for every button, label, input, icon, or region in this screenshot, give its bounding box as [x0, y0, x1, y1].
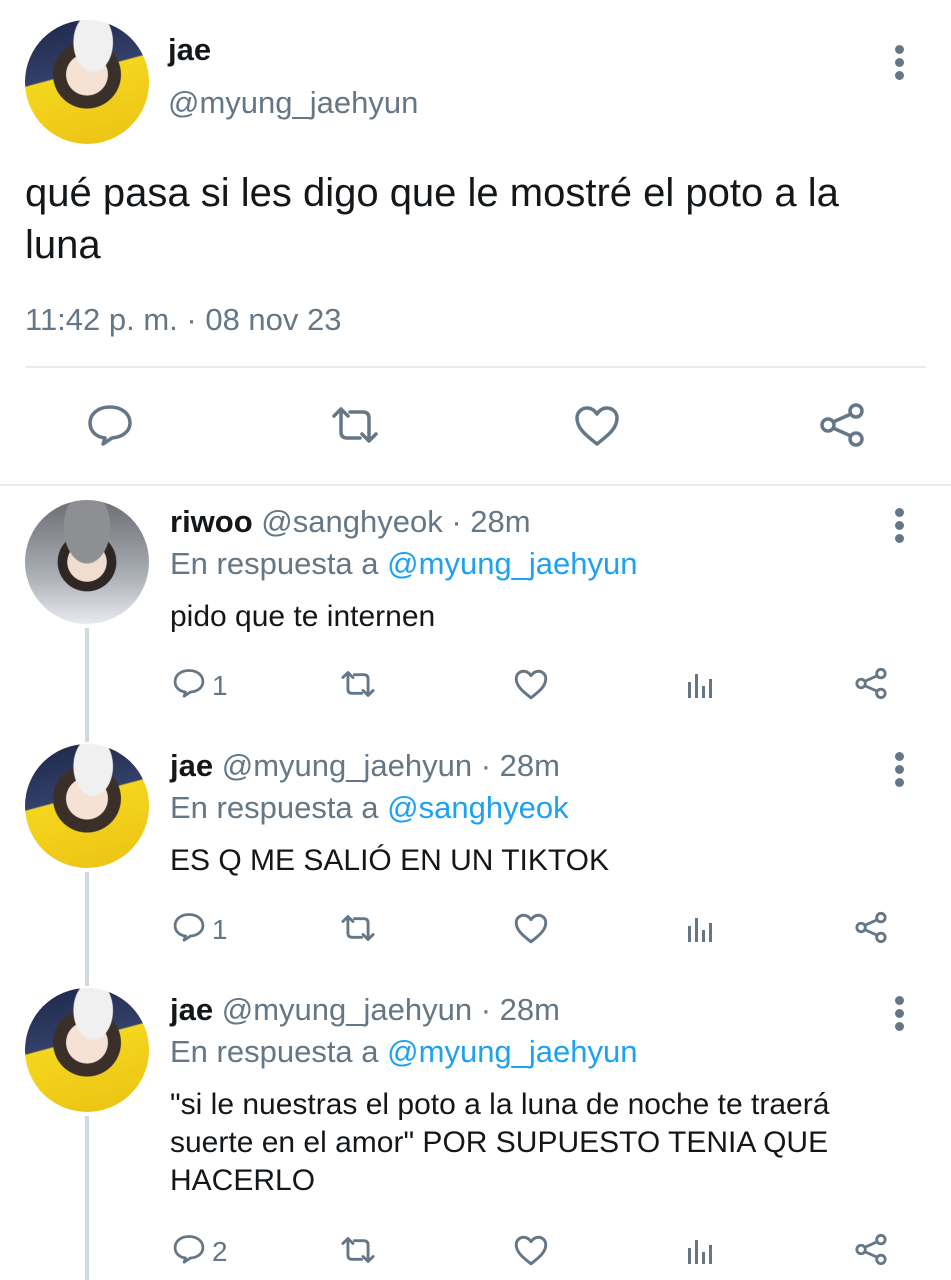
reply-count: 1	[212, 914, 228, 945]
reply-author-name[interactable]: jae	[170, 992, 213, 1027]
reply-header: jae @myung_jaehyun · 28m	[170, 748, 560, 784]
reply-icon[interactable]	[87, 404, 133, 446]
tweet-text-line-1: qué pasa si les digo que le mostré el po…	[25, 171, 839, 215]
reply-context: En respuesta a @myung_jaehyun	[170, 1034, 638, 1069]
share-icon[interactable]	[854, 1233, 888, 1266]
views-icon[interactable]	[686, 670, 716, 700]
reply-to-link[interactable]: @sanghyeok	[387, 790, 568, 825]
reply-header: jae @myung_jaehyun · 28m	[170, 992, 560, 1028]
thread-line	[85, 872, 89, 986]
reply-header: riwoo @sanghyeok · 28m	[170, 504, 531, 540]
reply-text-line-1: "si le nuestras el poto a la luna de noc…	[170, 1088, 830, 1121]
retweet-icon[interactable]	[340, 1236, 376, 1264]
author-avatar[interactable]	[25, 20, 149, 144]
more-options-icon[interactable]	[895, 45, 905, 84]
author-name[interactable]: jae	[168, 32, 211, 68]
reply-avatar[interactable]	[25, 500, 149, 624]
reply-text-line-3: HACERLO	[170, 1164, 316, 1197]
retweet-icon[interactable]	[340, 914, 376, 942]
views-icon[interactable]	[686, 1236, 716, 1266]
reply-context: En respuesta a @sanghyeok	[170, 790, 569, 825]
reply-author-name[interactable]: jae	[170, 748, 213, 783]
more-options-icon[interactable]	[895, 508, 905, 547]
author-handle[interactable]: @myung_jaehyun	[168, 85, 418, 121]
thread-line	[85, 628, 89, 742]
tweet-timestamp: 11:42 p. m. · 08 nov 23	[25, 302, 342, 337]
thread-line	[85, 1116, 89, 1280]
reply-to-link[interactable]: @myung_jaehyun	[387, 546, 637, 581]
more-options-icon[interactable]	[895, 752, 905, 791]
reply-handle-time[interactable]: @sanghyeok · 28m	[261, 504, 530, 539]
reply-avatar[interactable]	[25, 988, 149, 1112]
reply-to-link[interactable]: @myung_jaehyun	[387, 1034, 637, 1069]
share-icon[interactable]	[854, 667, 888, 700]
reply-icon[interactable]	[173, 1234, 205, 1264]
more-options-icon[interactable]	[895, 996, 905, 1035]
divider	[25, 366, 926, 368]
reply-text: pido que te internen	[170, 600, 436, 633]
reply-author-name[interactable]: riwoo	[170, 504, 253, 539]
views-icon[interactable]	[686, 914, 716, 944]
reply-handle-time[interactable]: @myung_jaehyun · 28m	[222, 992, 560, 1027]
like-icon[interactable]	[514, 669, 548, 700]
reply-text: ES Q ME SALIÓ EN UN TIKTOK	[170, 844, 609, 877]
share-icon[interactable]	[854, 911, 888, 944]
like-icon[interactable]	[514, 1235, 548, 1266]
reply-context: En respuesta a @myung_jaehyun	[170, 546, 638, 581]
reply-icon[interactable]	[173, 912, 205, 942]
like-icon[interactable]	[574, 405, 620, 447]
reply-text-line-2: suerte en el amor" POR SUPUESTO TENIA QU…	[170, 1126, 829, 1159]
share-icon[interactable]	[818, 402, 866, 448]
divider	[0, 484, 951, 486]
reply-count: 1	[212, 670, 228, 701]
reply-icon[interactable]	[173, 668, 205, 698]
retweet-icon[interactable]	[340, 670, 376, 698]
reply-avatar[interactable]	[25, 744, 149, 868]
reply-handle-time[interactable]: @myung_jaehyun · 28m	[222, 748, 560, 783]
tweet-text-line-2: luna	[25, 223, 101, 267]
retweet-icon[interactable]	[330, 406, 380, 444]
reply-count: 2	[212, 1236, 228, 1267]
like-icon[interactable]	[514, 913, 548, 944]
